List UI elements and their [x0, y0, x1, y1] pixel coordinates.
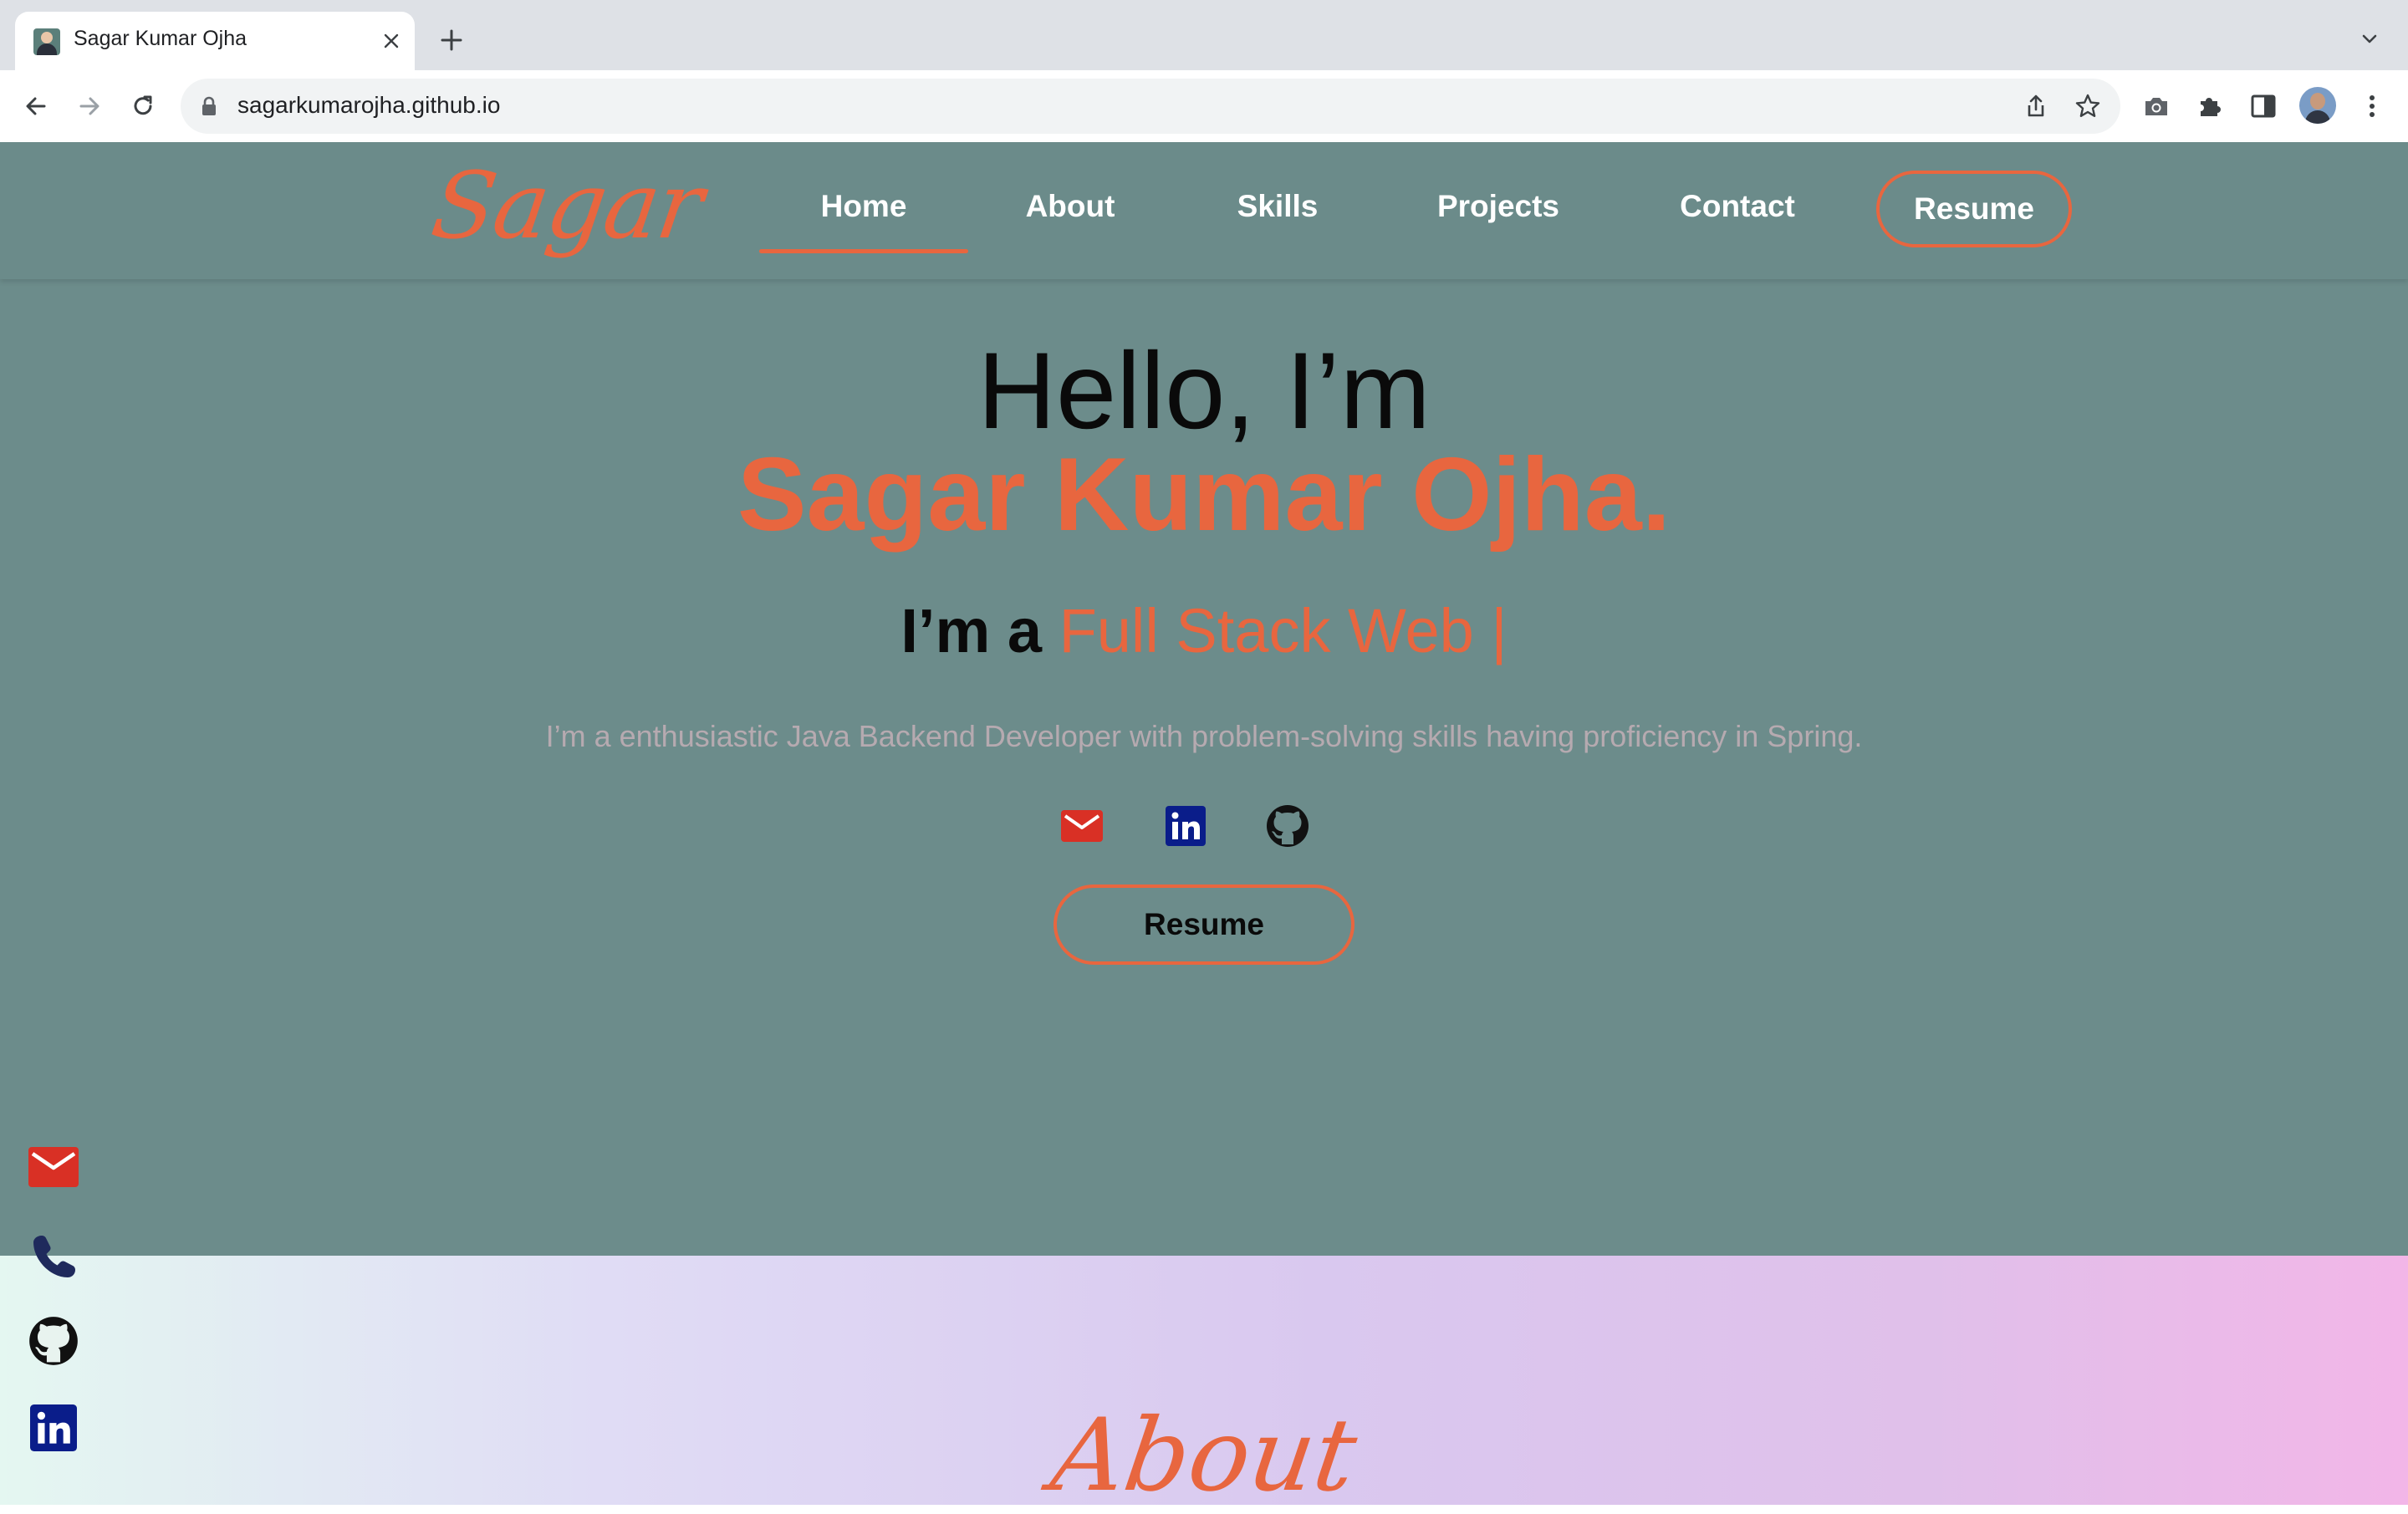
reload-icon[interactable] — [124, 87, 162, 125]
nav-home[interactable]: Home — [759, 189, 968, 224]
site-logo[interactable]: Sagar — [426, 152, 708, 259]
linkedin-icon[interactable] — [1162, 803, 1209, 849]
profile-avatar[interactable] — [2299, 87, 2336, 124]
close-tab-icon[interactable] — [376, 26, 406, 56]
side-linkedin-icon[interactable] — [27, 1401, 80, 1455]
browser-toolbar: sagarkumarojha.github.io — [0, 70, 2408, 143]
address-bar[interactable]: sagarkumarojha.github.io — [181, 79, 2120, 134]
extensions-puzzle-icon[interactable] — [2191, 87, 2229, 125]
tab-search-chevron-icon[interactable] — [2356, 25, 2383, 52]
hero-section: Sagar Home About Skills Projects Contact… — [0, 142, 2408, 1256]
side-phone-icon[interactable] — [27, 1229, 80, 1282]
role-prefix: I’m a — [900, 596, 1043, 665]
hero-resume-button[interactable]: Resume — [1054, 884, 1354, 965]
camera-icon[interactable] — [2137, 87, 2176, 125]
bookmark-star-icon[interactable] — [2074, 92, 2102, 120]
github-icon[interactable] — [1264, 803, 1311, 849]
url-text: sagarkumarojha.github.io — [237, 92, 501, 118]
browser-tab[interactable]: Sagar Kumar Ojha — [15, 12, 415, 70]
nav-projects[interactable]: Projects — [1418, 189, 1579, 224]
site-navbar: Sagar Home About Skills Projects Contact… — [0, 142, 2408, 279]
tab-title: Sagar Kumar Ojha — [74, 27, 247, 50]
kebab-menu-icon[interactable] — [2353, 87, 2391, 125]
nav-about[interactable]: About — [995, 189, 1145, 224]
lock-icon — [201, 96, 217, 120]
active-nav-underline — [759, 249, 968, 253]
hero-description: I’m a enthusiastic Java Backend Develope… — [545, 719, 1863, 753]
forward-arrow-icon[interactable] — [70, 87, 109, 125]
nav-resume-button[interactable]: Resume — [1876, 171, 2072, 247]
side-mail-icon[interactable] — [27, 1140, 80, 1194]
hero-name: Sagar Kumar Ojha. — [737, 437, 1671, 553]
role-typed-text: Full Stack Web | — [1059, 596, 1508, 665]
hero-greeting: Hello, I’m — [977, 329, 1431, 451]
favicon-icon — [33, 28, 60, 55]
side-github-icon[interactable] — [27, 1314, 80, 1368]
nav-skills[interactable]: Skills — [1204, 189, 1351, 224]
about-section: About — [0, 1256, 2408, 1514]
side-panel-icon[interactable] — [2244, 87, 2283, 125]
nav-contact[interactable]: Contact — [1657, 189, 1818, 224]
about-heading: About — [1044, 1398, 1364, 1514]
new-tab-button[interactable] — [435, 23, 468, 57]
hero-role: I’m a Full Stack Web | — [0, 600, 2408, 662]
share-icon[interactable] — [2022, 92, 2050, 120]
browser-tab-strip: Sagar Kumar Ojha — [0, 0, 2408, 70]
back-arrow-icon[interactable] — [17, 87, 55, 125]
mail-icon[interactable] — [1059, 803, 1105, 849]
